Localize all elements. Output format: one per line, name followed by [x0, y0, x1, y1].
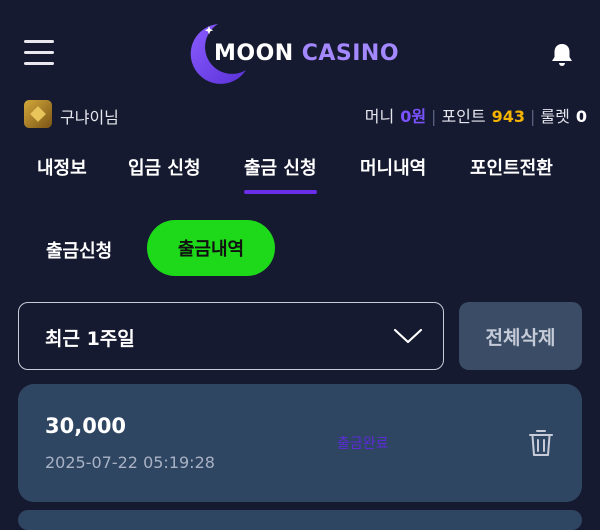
user-name: 구냐이님: [60, 108, 119, 127]
bell-icon[interactable]: [550, 42, 574, 68]
divider: |: [530, 107, 536, 126]
sub-tabs: 출금신청 출금내역: [0, 218, 600, 278]
logo-text: MOON CASINO: [214, 41, 400, 66]
delete-all-button[interactable]: 전체삭제: [459, 302, 582, 370]
wallet-summary: 머니 0원 | 포인트 943 | 룰렛 0: [365, 103, 587, 127]
header: MOON CASINO: [0, 0, 600, 100]
main-tabs: 내정보 입금 신청 출금 신청 머니내역 포인트전환: [0, 142, 600, 194]
point-value: 943: [491, 107, 526, 126]
record-date: 2025-07-22 05:19:28: [45, 453, 215, 472]
subtab-withdraw-request[interactable]: 출금신청: [46, 237, 112, 263]
roulette-value: 0: [575, 107, 587, 126]
moon-casino-logo[interactable]: MOON CASINO: [184, 20, 420, 86]
list-item: 30,000 2025-07-22 05:19:28 출금완료: [18, 384, 582, 502]
hamburger-menu-icon[interactable]: [24, 40, 54, 66]
record-status: 출금완료: [337, 436, 389, 452]
money-label: 머니: [364, 107, 395, 126]
list-item: [18, 510, 582, 530]
roulette-label: 룰렛: [540, 107, 570, 126]
tab-point-convert[interactable]: 포인트전환: [470, 154, 553, 180]
tab-my-info[interactable]: 내정보: [37, 154, 87, 180]
subtab-withdraw-history[interactable]: 출금내역: [147, 220, 275, 276]
period-select-value: 최근 1주일: [45, 328, 135, 350]
record-amount: 30,000: [45, 414, 127, 438]
divider: |: [431, 107, 437, 126]
tab-deposit[interactable]: 입금 신청: [128, 154, 201, 180]
trash-icon[interactable]: [528, 428, 554, 458]
money-value: 0원: [400, 107, 427, 126]
chevron-down-icon: [393, 328, 423, 344]
user-rank-icon: [24, 100, 52, 128]
user-bar: 구냐이님 머니 0원 | 포인트 943 | 룰렛 0: [0, 98, 600, 134]
point-label: 포인트: [441, 107, 486, 126]
tab-withdraw[interactable]: 출금 신청: [244, 154, 317, 194]
period-select[interactable]: 최근 1주일: [18, 302, 444, 370]
tab-money-history[interactable]: 머니내역: [360, 154, 426, 180]
